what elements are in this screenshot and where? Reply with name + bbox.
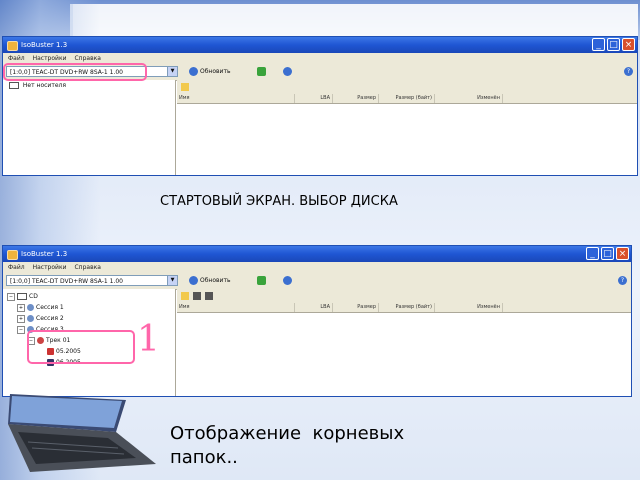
help-icon[interactable]: ?: [624, 67, 633, 76]
title-bar: IsoBuster 1.3 _ □ ×: [3, 37, 637, 53]
collapse-icon[interactable]: −: [17, 325, 25, 334]
annotation-number: 1: [137, 319, 160, 360]
grid-icon[interactable]: [205, 292, 213, 300]
info-button[interactable]: [283, 275, 292, 286]
slide-top-panel: [70, 4, 638, 36]
expand-icon[interactable]: +: [17, 303, 25, 312]
title-bar: IsoBuster 1.3 _ □ ×: [3, 246, 631, 262]
col-size-bytes[interactable]: Размер (байт): [379, 94, 435, 103]
chevron-down-icon[interactable]: ▼: [167, 276, 177, 285]
refresh-icon: [189, 67, 198, 76]
window-title: IsoBuster 1.3: [21, 41, 68, 49]
disc-icon: [17, 293, 27, 300]
tree-item-label: CD: [29, 293, 38, 300]
col-modified[interactable]: Изменён: [435, 303, 503, 312]
chevron-down-icon[interactable]: ▼: [167, 67, 177, 76]
laptop-illustration: [8, 394, 156, 472]
minimize-button[interactable]: _: [592, 38, 605, 51]
file-list-pane: Имя LBA Размер Размер (байт) Изменён: [177, 289, 631, 396]
col-modified[interactable]: Изменён: [435, 94, 503, 103]
annotation-highlight: [3, 63, 147, 81]
close-button[interactable]: ×: [616, 247, 629, 260]
collapse-icon[interactable]: −: [7, 292, 15, 301]
column-header: Имя LBA Размер Размер (байт) Изменён: [177, 94, 637, 104]
window-title: IsoBuster 1.3: [21, 250, 68, 258]
col-lba[interactable]: LBA: [295, 303, 333, 312]
refresh-icon: [189, 276, 198, 285]
caption-top: СТАРТОВЫЙ ЭКРАН. ВЫБОР ДИСКА: [160, 194, 398, 209]
extract-icon: [257, 67, 266, 76]
drive-icon: [9, 82, 19, 89]
menu-help[interactable]: Справка: [74, 262, 100, 273]
list-toolbar: [177, 80, 637, 94]
col-size[interactable]: Размер: [333, 303, 379, 312]
info-icon: [283, 276, 292, 285]
maximize-button[interactable]: □: [607, 38, 620, 51]
tree-item-label: Сессия 1: [36, 304, 64, 311]
menu-settings[interactable]: Настройки: [33, 262, 67, 273]
list-toolbar: [177, 289, 631, 303]
file-list-pane: Имя LBA Размер Размер (байт) Изменён: [177, 80, 637, 175]
tree-item-label: Сессия 2: [36, 315, 64, 322]
maximize-button[interactable]: □: [601, 247, 614, 260]
tree-item-cd[interactable]: − CD: [7, 291, 175, 302]
drive-select-value: [1:0,0] TEAC-DT DVD+RW 8SA-1 1.00: [10, 278, 123, 285]
tree-item[interactable]: Нет носителя: [9, 80, 175, 91]
tree-item-session-1[interactable]: + Сессия 1: [7, 302, 175, 313]
folder-up-icon[interactable]: [181, 292, 189, 300]
app-icon: [7, 41, 18, 51]
extract-icon: [257, 276, 266, 285]
col-name[interactable]: Имя: [177, 94, 295, 103]
expand-icon[interactable]: +: [17, 314, 25, 323]
caption-bottom-line-2: папок..: [170, 447, 238, 468]
help-icon[interactable]: ?: [618, 276, 627, 285]
refresh-label: Обновить: [200, 277, 231, 284]
menu-file[interactable]: Файл: [8, 262, 25, 273]
toolbar: [1:0,0] TEAC-DT DVD+RW 8SA-1 1.00 ▼ Обно…: [3, 273, 631, 290]
column-header: Имя LBA Размер Размер (байт) Изменён: [177, 303, 631, 313]
col-lba[interactable]: LBA: [295, 94, 333, 103]
minimize-button[interactable]: _: [586, 247, 599, 260]
tree-pane: Нет носителя: [3, 80, 176, 175]
extract-button[interactable]: [257, 66, 266, 77]
close-button[interactable]: ×: [622, 38, 635, 51]
tree-item-label: Нет носителя: [22, 82, 66, 89]
view-icon[interactable]: [193, 292, 201, 300]
folder-up-icon[interactable]: [181, 83, 189, 91]
isobuster-window-top: IsoBuster 1.3 _ □ × Файл Настройки Справ…: [2, 36, 638, 176]
refresh-label: Обновить: [200, 68, 231, 75]
menu-bar: Файл Настройки Справка: [3, 262, 631, 273]
refresh-button[interactable]: Обновить: [189, 275, 230, 286]
annotation-highlight: [27, 330, 135, 364]
col-size-bytes[interactable]: Размер (байт): [379, 303, 435, 312]
isobuster-window-bottom: IsoBuster 1.3 _ □ × Файл Настройки Справ…: [2, 245, 632, 397]
info-button[interactable]: [283, 66, 292, 77]
drive-select[interactable]: [1:0,0] TEAC-DT DVD+RW 8SA-1 1.00 ▼: [6, 275, 178, 286]
extract-button[interactable]: [257, 275, 266, 286]
session-icon: [27, 315, 34, 322]
refresh-button[interactable]: Обновить: [189, 66, 230, 77]
info-icon: [283, 67, 292, 76]
caption-bottom-line-1: Отображение корневых: [170, 423, 405, 444]
caption-bottom: Отображение корневых папок..: [170, 422, 404, 470]
session-icon: [27, 304, 34, 311]
col-name[interactable]: Имя: [177, 303, 295, 312]
app-icon: [7, 250, 18, 260]
col-size[interactable]: Размер: [333, 94, 379, 103]
